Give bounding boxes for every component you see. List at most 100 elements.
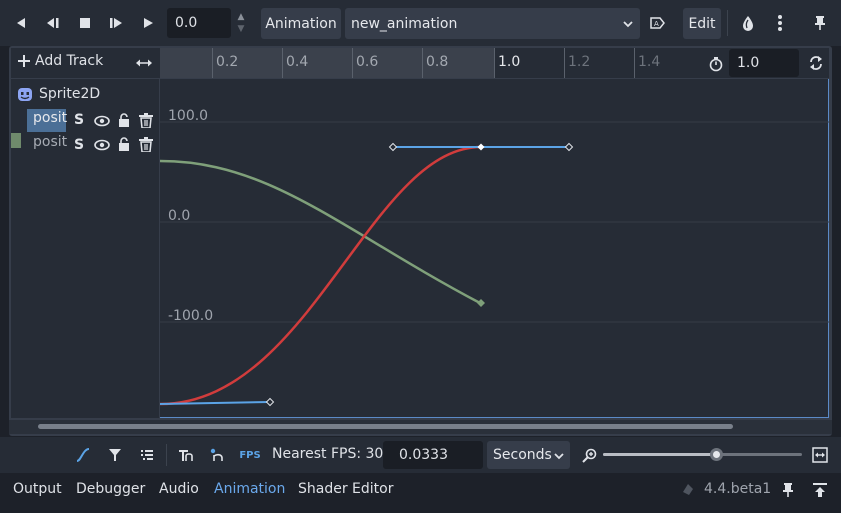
- position-y-curve[interactable]: [160, 159, 481, 305]
- ruler-tick: [634, 48, 635, 78]
- ruler-label: 0.2: [216, 54, 239, 70]
- unlock-icon[interactable]: [117, 137, 131, 151]
- play-from-start-button[interactable]: [103, 9, 129, 37]
- zoom-icon-button[interactable]: [580, 445, 600, 465]
- autoplay-icon: A: [650, 17, 665, 29]
- play-backwards-from-end-button[interactable]: [40, 9, 66, 37]
- scrollbar-thumb[interactable]: [38, 424, 733, 429]
- trash-icon[interactable]: [138, 113, 154, 128]
- svg-text:A: A: [654, 20, 659, 28]
- zoom-slider-handle[interactable]: [710, 448, 723, 461]
- ruler-label: 0.4: [286, 54, 309, 70]
- tab-shader-editor[interactable]: Shader Editor: [298, 481, 393, 497]
- edit-menu-button[interactable]: Edit: [683, 8, 721, 39]
- trash-icon[interactable]: [138, 137, 154, 152]
- position-value: 0.0: [175, 15, 198, 31]
- stop-icon: [80, 18, 90, 28]
- animation-selector[interactable]: new_animation: [345, 8, 640, 39]
- ruler-label: 1.4: [638, 54, 661, 70]
- loop-icon: [810, 56, 822, 70]
- nearest-fps-label: Nearest FPS: 30: [272, 446, 384, 462]
- zoom-slider-fill: [603, 453, 716, 456]
- timeline-zoom-fit-button[interactable]: [135, 55, 153, 71]
- chevron-down-icon: [623, 21, 633, 28]
- ease-in-button[interactable]: [207, 445, 227, 465]
- play-from-start-icon: [110, 18, 122, 28]
- ease-out-button[interactable]: [176, 445, 196, 465]
- loop-button[interactable]: [806, 53, 826, 73]
- ruler-tick: [564, 48, 565, 78]
- stopwatch-icon: [709, 57, 723, 72]
- y-axis-label: 100.0: [168, 108, 209, 124]
- unlock-icon[interactable]: [117, 113, 131, 127]
- pin-icon[interactable]: [782, 482, 794, 498]
- ruler-label: 1.2: [568, 54, 591, 70]
- sprite2d-icon: [18, 88, 32, 101]
- ruler-tick: [282, 48, 283, 78]
- update-spinner-icon: [683, 484, 693, 495]
- ruler-tick: [352, 48, 353, 78]
- ruler-tick: [212, 48, 213, 78]
- chevron-down-icon: [554, 453, 564, 460]
- curve-canvas[interactable]: [160, 79, 829, 418]
- time-unit-select[interactable]: Seconds: [487, 441, 570, 469]
- tab-animation[interactable]: Animation: [214, 481, 285, 497]
- track-name: posit: [33, 110, 68, 126]
- play-backwards-button[interactable]: [8, 9, 34, 37]
- kebab-menu-icon: [778, 15, 782, 31]
- plus-icon: [18, 55, 30, 67]
- tangent-handle[interactable]: [564, 142, 574, 152]
- fps-toggle-button[interactable]: FPS: [238, 447, 262, 463]
- visibility-eye-icon[interactable]: [94, 114, 110, 128]
- stop-button[interactable]: [72, 9, 98, 37]
- onion-skin-icon: [743, 16, 753, 31]
- pin-button[interactable]: [807, 9, 833, 37]
- node-header[interactable]: Sprite2D: [17, 86, 100, 102]
- animation-position-field[interactable]: 0.0: [167, 8, 231, 38]
- tab-audio[interactable]: Audio: [159, 481, 199, 497]
- solo-icon[interactable]: S: [74, 112, 84, 128]
- onion-skin-button[interactable]: [735, 9, 761, 37]
- fit-to-view-button[interactable]: [810, 445, 830, 465]
- play-backwards-from-end-icon: [47, 18, 59, 28]
- bezier-mode-button[interactable]: [73, 445, 93, 465]
- y-axis-label: 0.0: [168, 208, 191, 224]
- visibility-eye-icon[interactable]: [94, 138, 110, 152]
- snap-step-field[interactable]: 0.0333: [383, 441, 483, 469]
- tab-output[interactable]: Output: [13, 481, 62, 497]
- play-icon: [144, 18, 153, 28]
- keyframe-point-selected[interactable]: [477, 143, 485, 151]
- ruler-label: 1.0: [498, 54, 521, 70]
- animation-menu-label: Animation: [265, 15, 337, 32]
- time-unit-value: Seconds: [493, 447, 552, 463]
- length-icon: [707, 55, 725, 73]
- solo-icon[interactable]: S: [74, 137, 84, 153]
- play-backwards-icon: [17, 18, 25, 28]
- tab-debugger[interactable]: Debugger: [76, 481, 145, 497]
- bezier-curve-icon: [76, 448, 90, 462]
- play-button[interactable]: [135, 9, 161, 37]
- filter-button[interactable]: [105, 445, 125, 465]
- tangent-handle[interactable]: [265, 397, 275, 407]
- snap-step-value: 0.0333: [399, 447, 448, 463]
- fit-view-icon: [812, 447, 828, 463]
- divider: [166, 444, 167, 466]
- more-options-button[interactable]: [767, 9, 793, 37]
- track-name: posit: [33, 134, 68, 150]
- animation-menu-button[interactable]: Animation: [261, 8, 341, 39]
- animation-name: new_animation: [351, 15, 458, 32]
- animation-length-field[interactable]: 1.0: [729, 49, 799, 77]
- keyframe-point[interactable]: [477, 299, 485, 307]
- ease-curve-icon: [179, 450, 193, 461]
- add-track-button[interactable]: Add Track: [17, 53, 103, 69]
- expand-panel-icon[interactable]: [812, 482, 828, 498]
- edit-label: Edit: [688, 15, 716, 32]
- pin-icon: [815, 16, 825, 30]
- tangent-handle[interactable]: [388, 142, 398, 152]
- autoplay-button[interactable]: A: [645, 9, 671, 37]
- position-spinner[interactable]: ▲ ▼: [232, 8, 250, 38]
- y-axis-label: -100.0: [168, 308, 214, 324]
- track-list-button[interactable]: [137, 445, 157, 465]
- list-icon: [141, 450, 153, 460]
- ruler-label: 0.8: [426, 54, 449, 70]
